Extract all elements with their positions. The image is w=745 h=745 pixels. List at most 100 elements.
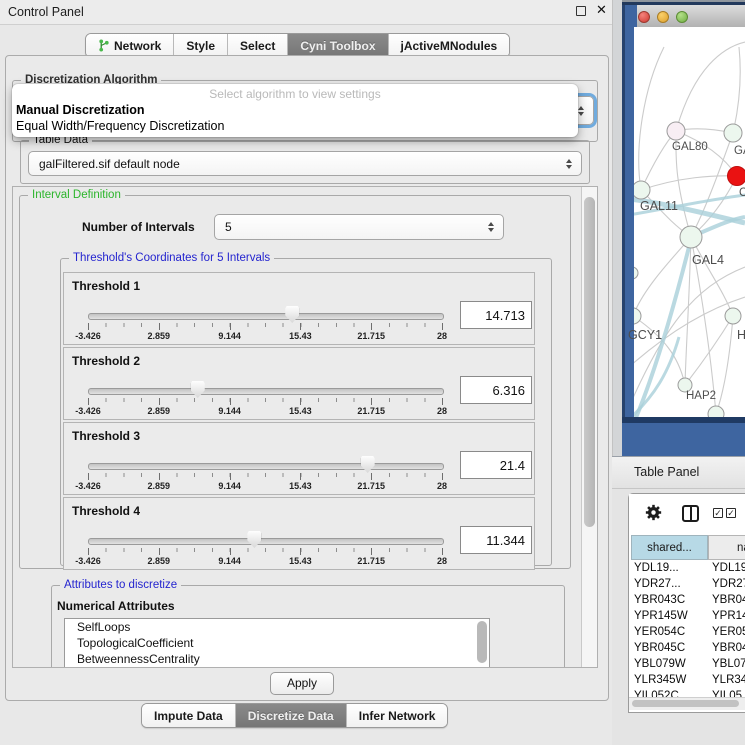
table-cell[interactable]: YDR27... <box>634 578 681 590</box>
apply-button[interactable]: Apply <box>270 672 334 695</box>
list-item[interactable]: TopologicalCoefficient <box>65 635 489 651</box>
list-item[interactable]: SelfLoops <box>65 619 489 635</box>
node-ga[interactable] <box>724 124 742 142</box>
node-gal80[interactable] <box>667 122 685 140</box>
threshold-4-slider-handle[interactable] <box>247 531 261 548</box>
node-partial-bottom[interactable] <box>708 406 724 417</box>
float-button[interactable] <box>575 6 586 17</box>
threshold-2-slider-handle[interactable] <box>191 381 205 398</box>
node-label-h: H <box>737 328 745 342</box>
table-cell[interactable]: YBL079W <box>634 658 686 670</box>
table-cell[interactable]: YPR14 <box>712 610 745 622</box>
threshold-3-slider[interactable]: -3.426 2.859 9.144 15.43 21.715 28 <box>88 453 442 491</box>
node-red-selected[interactable] <box>728 167 745 186</box>
threshold-4-slider[interactable]: -3.426 2.859 9.144 15.43 21.715 28 <box>88 528 442 566</box>
threshold-2-label: Threshold 2 <box>72 354 140 368</box>
node-partial-left[interactable] <box>634 267 638 279</box>
threshold-3-slider-handle[interactable] <box>361 456 375 473</box>
list-scrollbar[interactable] <box>477 621 487 663</box>
gear-icon[interactable] <box>645 504 662 521</box>
node-h[interactable] <box>725 308 741 324</box>
list-item[interactable]: BetweennessCentrality <box>65 651 489 667</box>
network-canvas[interactable] <box>634 27 745 417</box>
table-cell[interactable]: YDR27 <box>712 578 745 590</box>
zoom-traffic-light-icon[interactable] <box>676 11 688 23</box>
table-cell[interactable]: YDL19 <box>712 562 745 574</box>
node-label-gal80: GAL80 <box>672 141 708 153</box>
node-gal4[interactable] <box>680 226 702 248</box>
table-cell[interactable]: YLR34 <box>712 674 745 686</box>
threshold-2-value-field[interactable] <box>460 376 532 404</box>
tab-cyni-toolbox[interactable]: Cyni Toolbox <box>288 34 388 57</box>
checkbox-icon[interactable]: ✓ <box>713 508 723 518</box>
node-gcy1[interactable] <box>634 308 641 324</box>
table-cell[interactable]: YER05 <box>712 626 745 638</box>
tab-discretize-data[interactable]: Discretize Data <box>236 704 347 727</box>
control-panel-titlebar: Control Panel ✕ <box>0 0 612 25</box>
table-cell[interactable]: YDL19... <box>634 562 679 574</box>
scrollbar-thumb[interactable] <box>584 197 595 527</box>
table-panel-titlebar: Table Panel <box>612 457 745 489</box>
table-cell[interactable]: YER054C <box>634 626 685 638</box>
control-panel-title: Control Panel <box>8 5 84 19</box>
number-of-intervals-combobox[interactable]: 5 <box>214 214 504 240</box>
threshold-4-label: Threshold 4 <box>72 504 140 518</box>
table-cell[interactable]: YIL05 <box>712 690 742 697</box>
table-cell[interactable]: YIL052C <box>634 690 679 697</box>
column-header-shared[interactable]: shared... <box>631 535 708 560</box>
threshold-2-panel: Threshold 2 -3.426 2.859 9.144 15.43 21.… <box>63 347 535 420</box>
table-data-combobox[interactable]: galFiltered.sif default node <box>28 151 582 176</box>
numerical-attributes-list[interactable]: SelfLoops TopologicalCoefficient Between… <box>64 618 490 668</box>
thresholds-group-title: Threshold's Coordinates for 5 Intervals <box>69 251 274 265</box>
tab-network[interactable]: Network <box>86 34 174 57</box>
node-gal11[interactable] <box>634 181 650 199</box>
node-label-gal4: GAL4 <box>692 253 724 267</box>
threshold-3-value-field[interactable] <box>460 451 532 479</box>
cyni-bottom-tabbar: Impute Data Discretize Data Infer Networ… <box>141 703 448 728</box>
table-cell[interactable]: YLR345W <box>634 674 686 686</box>
close-traffic-light-icon[interactable] <box>638 11 650 23</box>
popup-placeholder: Select algorithm to view settings <box>12 87 578 101</box>
threshold-1-slider[interactable]: -3.426 2.859 9.144 15.43 21.715 28 <box>88 303 442 341</box>
threshold-4-panel: Threshold 4 -3.426 2.859 9.144 15.43 21.… <box>63 497 535 570</box>
node-label-ga: GA <box>734 145 745 157</box>
tab-style[interactable]: Style <box>174 34 228 57</box>
attributes-group-title: Attributes to discretize <box>60 578 181 592</box>
column-header-name[interactable]: na <box>708 535 745 560</box>
table-cell[interactable]: YPR145W <box>634 610 688 622</box>
network-icon <box>98 39 110 52</box>
node-label-c: C <box>739 187 745 199</box>
numerical-attributes-label: Numerical Attributes <box>57 599 175 613</box>
node-label-gcy1: GCY1 <box>628 328 662 342</box>
tab-jactivemnodules[interactable]: jActiveMNodules <box>389 34 510 57</box>
table-panel: Table Panel ✓ ✓ shared... <box>612 456 745 745</box>
network-graph <box>634 27 745 417</box>
settings-vertical-scrollbar[interactable] <box>581 187 597 667</box>
network-window-titlebar[interactable] <box>631 5 745 28</box>
minimize-traffic-light-icon[interactable] <box>657 11 669 23</box>
table-cell[interactable]: YBL07 <box>712 658 745 670</box>
scrollbar-thumb[interactable] <box>632 700 739 707</box>
table-horizontal-scrollbar[interactable] <box>629 697 745 710</box>
threshold-1-value-field[interactable] <box>460 301 532 329</box>
table-cell[interactable]: YBR04 <box>712 594 745 606</box>
split-columns-icon[interactable] <box>682 505 699 522</box>
close-button[interactable]: ✕ <box>596 4 607 15</box>
threshold-3-label: Threshold 3 <box>72 429 140 443</box>
table-cell[interactable]: YBR04 <box>712 642 745 654</box>
tab-impute-data[interactable]: Impute Data <box>142 704 236 727</box>
checkbox-icon[interactable]: ✓ <box>726 508 736 518</box>
threshold-1-label: Threshold 1 <box>72 279 140 293</box>
tab-select[interactable]: Select <box>228 34 288 57</box>
table-cell[interactable]: YBR045C <box>634 642 685 654</box>
threshold-2-slider[interactable]: -3.426 2.859 9.144 15.43 21.715 28 <box>88 378 442 416</box>
table-cell[interactable]: YBR043C <box>634 594 685 606</box>
popup-option-manual-discretization[interactable]: Manual Discretization <box>16 103 145 117</box>
table-panel-title: Table Panel <box>634 465 699 479</box>
tab-infer-network[interactable]: Infer Network <box>347 704 448 727</box>
popup-option-equal-width[interactable]: Equal Width/Frequency Discretization <box>16 119 224 133</box>
table-toolbar: ✓ ✓ <box>629 494 745 532</box>
close-icon: ✕ <box>596 2 607 17</box>
threshold-1-slider-handle[interactable] <box>285 306 299 323</box>
threshold-4-value-field[interactable] <box>460 526 532 554</box>
